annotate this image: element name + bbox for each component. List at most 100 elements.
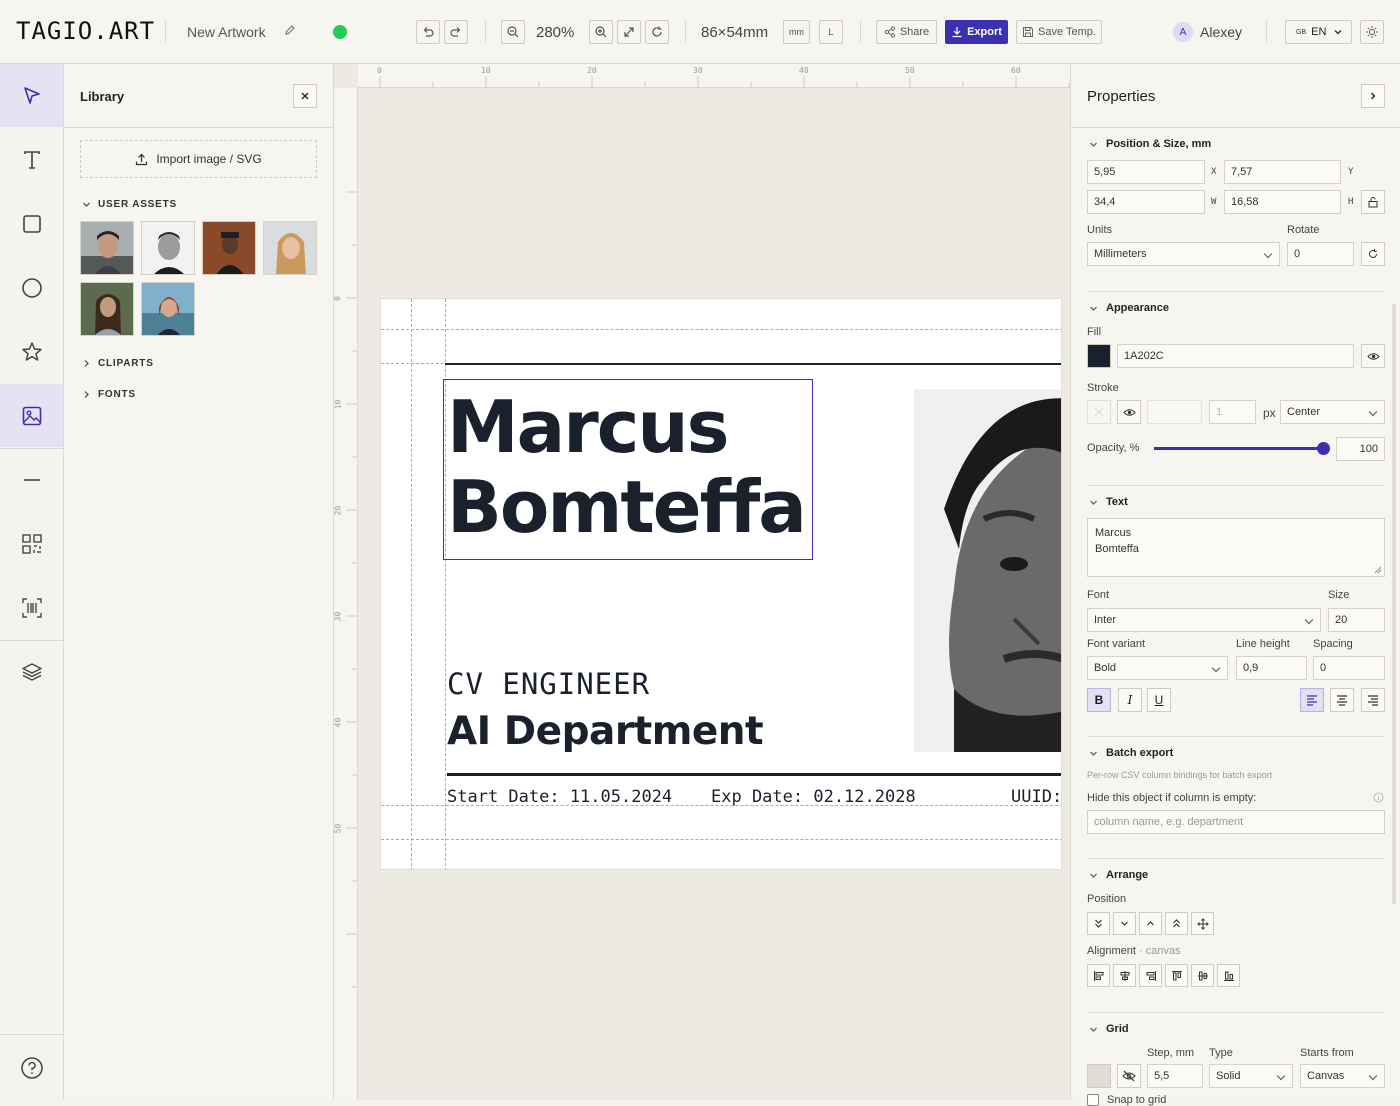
fill-hex-input[interactable]: 1A202C (1117, 344, 1354, 368)
export-button[interactable]: Export (945, 20, 1008, 44)
font-variant-select[interactable]: Bold (1087, 656, 1228, 680)
redo-button[interactable] (444, 20, 468, 44)
zoom-in-button[interactable] (589, 20, 613, 44)
align-left-edges-button[interactable] (1087, 964, 1110, 987)
image-tool[interactable] (0, 384, 63, 447)
cliparts-toggle[interactable]: CLIPARTS (82, 358, 154, 369)
align-bottom-edges-button[interactable] (1217, 964, 1240, 987)
opacity-slider-handle[interactable] (1317, 442, 1330, 455)
department-text[interactable]: AI Department (447, 709, 764, 754)
bring-to-front-button[interactable] (1165, 912, 1188, 935)
name-text[interactable]: Marcus Bomteffa (447, 387, 807, 547)
opacity-input[interactable]: 100 (1336, 437, 1385, 461)
barcode-tool[interactable] (0, 576, 63, 639)
w-input[interactable]: 34,4 (1087, 190, 1205, 214)
grid-type-select[interactable]: Solid (1209, 1064, 1293, 1088)
underline-button[interactable]: U (1147, 688, 1171, 712)
grid-step-input[interactable]: 5,5 (1147, 1064, 1203, 1088)
stroke-color-input[interactable] (1147, 400, 1202, 424)
asset-thumbnail[interactable] (80, 282, 134, 336)
bold-button[interactable]: B (1087, 688, 1111, 712)
line-height-input[interactable]: 0,9 (1236, 656, 1307, 680)
layers-tool[interactable] (0, 640, 63, 703)
properties-scrollbar[interactable] (1392, 304, 1396, 904)
artwork-name[interactable]: New Artwork (187, 24, 266, 40)
move-button[interactable] (1191, 912, 1214, 935)
ellipse-tool[interactable] (0, 256, 63, 319)
column-name-input[interactable]: column name, e.g. department (1087, 810, 1385, 834)
start-date-text[interactable]: Start Date: 11.05.2024 (447, 787, 672, 807)
role-text[interactable]: CV ENGINEER (447, 667, 650, 701)
import-image-button[interactable]: Import image / SVG (80, 140, 317, 178)
appearance-section[interactable]: Appearance (1106, 302, 1169, 314)
fonts-toggle[interactable]: FONTS (82, 389, 136, 400)
asset-thumbnail[interactable] (80, 221, 134, 275)
bring-forward-button[interactable] (1139, 912, 1162, 935)
asset-thumbnail[interactable] (141, 282, 195, 336)
align-left-button[interactable] (1300, 688, 1324, 712)
y-input[interactable]: 7,57 (1224, 160, 1341, 184)
align-top-edges-button[interactable] (1165, 964, 1188, 987)
align-right-button[interactable] (1361, 688, 1385, 712)
grid-starts-select[interactable]: Canvas (1300, 1064, 1385, 1088)
fit-screen-button[interactable] (617, 20, 641, 44)
text-tool[interactable] (0, 128, 63, 191)
text-section[interactable]: Text (1106, 496, 1128, 508)
align-h-center-button[interactable] (1113, 964, 1136, 987)
snap-to-grid-checkbox[interactable] (1087, 1094, 1099, 1106)
asset-thumbnail[interactable] (202, 221, 256, 275)
share-button[interactable]: Share (876, 20, 937, 44)
shape-tool[interactable] (0, 320, 63, 383)
align-v-center-button[interactable] (1191, 964, 1214, 987)
align-right-edges-button[interactable] (1139, 964, 1162, 987)
fill-visibility-toggle[interactable] (1361, 344, 1385, 368)
user-assets-toggle[interactable]: USER ASSETS (82, 199, 177, 210)
qr-code-tool[interactable] (0, 512, 63, 575)
spacing-input[interactable]: 0 (1313, 656, 1385, 680)
asset-thumbnail[interactable] (263, 221, 317, 275)
rectangle-tool[interactable] (0, 192, 63, 255)
snap-to-grid-row[interactable]: Snap to grid (1087, 1094, 1166, 1106)
avatar[interactable]: A (1173, 22, 1193, 42)
help-button[interactable] (0, 1036, 63, 1099)
collapse-properties-button[interactable] (1361, 84, 1385, 108)
italic-button[interactable]: I (1118, 688, 1142, 712)
font-select[interactable]: Inter (1087, 608, 1321, 632)
select-tool[interactable] (0, 64, 63, 127)
canvas-area[interactable]: 0 10 20 30 40 50 60 0 10 20 30 40 50 Mar… (333, 64, 1070, 1100)
undo-button[interactable] (416, 20, 440, 44)
stroke-align-select[interactable]: Center (1280, 400, 1385, 424)
arrange-section[interactable]: Arrange (1106, 869, 1148, 881)
pencil-icon[interactable] (284, 24, 296, 39)
language-select[interactable]: GB EN (1285, 20, 1352, 44)
user-name[interactable]: Alexey (1200, 24, 1242, 40)
lock-ratio-button[interactable] (1361, 190, 1385, 214)
send-to-back-button[interactable] (1087, 912, 1110, 935)
stroke-width-input[interactable]: 1 (1209, 400, 1256, 424)
h-input[interactable]: 16,58 (1224, 190, 1341, 214)
stroke-visibility-toggle[interactable] (1117, 400, 1141, 424)
reset-rotation-button[interactable] (1361, 242, 1385, 266)
align-center-button[interactable] (1330, 688, 1354, 712)
theme-toggle[interactable] (1360, 20, 1384, 44)
uuid-text[interactable]: UUID: (1011, 787, 1061, 807)
rotate-input[interactable]: 0 (1287, 242, 1354, 266)
line-tool[interactable] (0, 448, 63, 511)
save-template-button[interactable]: Save Temp. (1016, 20, 1102, 44)
stroke-color-swatch[interactable] (1087, 400, 1111, 424)
text-content-textarea[interactable]: Marcus Bomteffa (1087, 518, 1385, 577)
opacity-slider[interactable] (1154, 442, 1330, 455)
send-backward-button[interactable] (1113, 912, 1136, 935)
asset-thumbnail[interactable] (141, 221, 195, 275)
unit-toggle[interactable]: mm (783, 20, 810, 44)
units-select[interactable]: Millimeters (1087, 242, 1280, 266)
fill-color-swatch[interactable] (1087, 344, 1111, 368)
close-library-button[interactable] (293, 84, 317, 108)
orientation-toggle[interactable]: L (819, 20, 843, 44)
artwork-card[interactable]: Marcus Bomteffa CV ENGINEER AI Departmen… (380, 298, 1062, 870)
exp-date-text[interactable]: Exp Date: 02.12.2028 (711, 787, 916, 807)
size-input[interactable]: 20 (1328, 608, 1385, 632)
batch-export-section[interactable]: Batch export (1106, 747, 1173, 759)
position-size-section[interactable]: Position & Size, mm (1106, 138, 1211, 150)
x-input[interactable]: 5,95 (1087, 160, 1205, 184)
